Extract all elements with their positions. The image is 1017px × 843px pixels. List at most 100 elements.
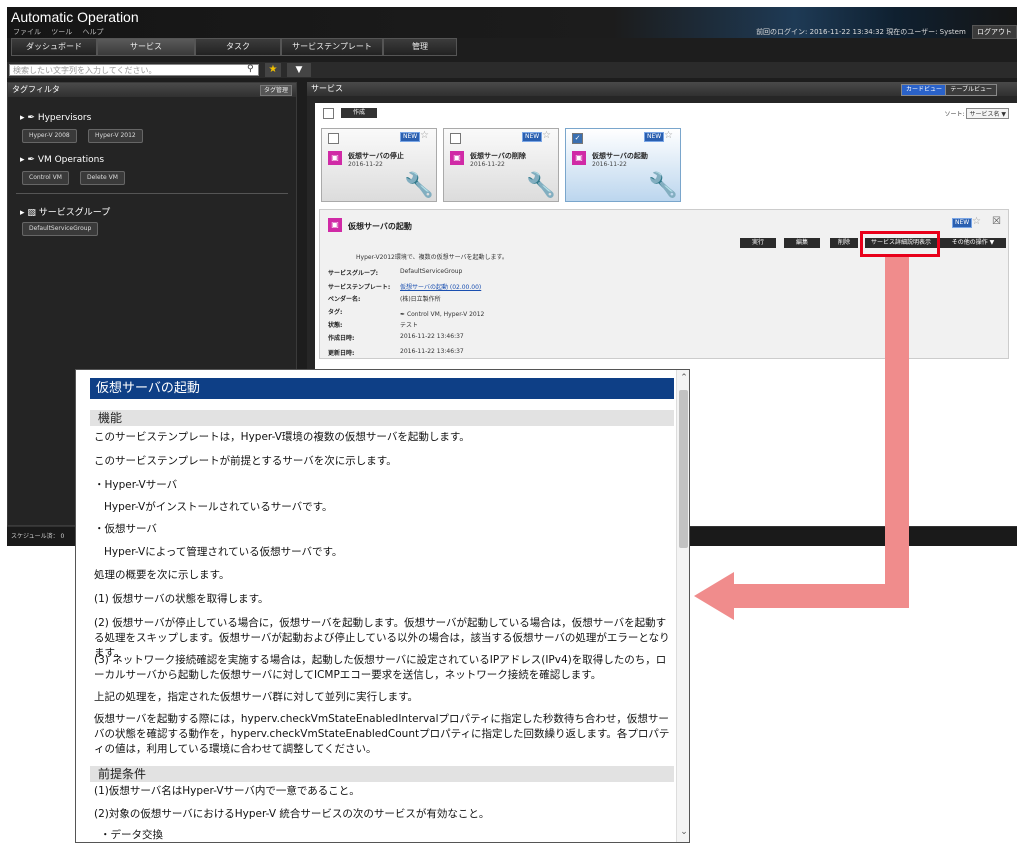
new-badge: NEW	[952, 218, 973, 228]
tag-list: Control VM, Hyper-V 2012	[406, 311, 485, 318]
service-card[interactable]: NEW ☆ ▣ 仮想サーバの削除 2016-11-22 🔧	[443, 128, 559, 202]
tab-services[interactable]: サービス	[97, 38, 195, 56]
app-title: Automatic Operation	[11, 9, 139, 25]
popup-line: 仮想サーバを起動する際には，hyperv.checkVmStateEnabled…	[94, 713, 670, 755]
card-date: 2016-11-22	[592, 161, 627, 168]
popup-line: ・Hyper-Vサーバ	[94, 479, 178, 491]
prop-value: DefaultServiceGroup	[400, 268, 463, 275]
service-group-icon: ▧	[27, 208, 36, 218]
logout-button[interactable]: ログアウト	[972, 25, 1017, 39]
status-text: スケジュール済： 0	[11, 533, 65, 540]
tag-group-label: VM Operations	[37, 155, 105, 165]
tag-filter-title: タグフィルタ	[12, 85, 60, 94]
card-date: 2016-11-22	[348, 161, 383, 168]
delete-button[interactable]: 削除	[830, 238, 858, 248]
popup-line: (3) ネットワーク接続確認を実施する場合は，起動した仮想サーバに設定されている…	[94, 654, 667, 681]
service-group-label: サービスグループ	[38, 208, 111, 218]
prop-label: 更新日時:	[328, 350, 355, 357]
scroll-thumb[interactable]	[679, 390, 688, 548]
template-link[interactable]: 仮想サーバの起動 (02.00.00)	[400, 282, 481, 291]
table-view-button[interactable]: テーブルビュー	[945, 84, 997, 96]
new-badge: NEW	[644, 132, 665, 142]
service-icon: ▣	[328, 218, 342, 232]
menu-tools[interactable]: ツール	[51, 28, 72, 36]
tag-group-vm-operations[interactable]: ▸ ✒ VM Operations	[20, 155, 104, 165]
tab-dashboard[interactable]: ダッシュボード	[11, 38, 97, 56]
menu-file[interactable]: ファイル	[13, 28, 41, 36]
other-actions-button[interactable]: その他の操作 ▼	[940, 238, 1006, 248]
wrench-icon: 🔧	[648, 171, 678, 199]
tab-admin[interactable]: 管理	[383, 38, 457, 56]
create-button[interactable]: 作成	[341, 108, 377, 118]
service-group-header[interactable]: ▸ ▧ サービスグループ	[20, 205, 110, 218]
menu-help[interactable]: ヘルプ	[82, 28, 103, 36]
tag-group-hypervisors[interactable]: ▸ ✒ Hypervisors	[20, 113, 91, 123]
popup-line: ・データ交換	[100, 829, 163, 841]
scroll-up-icon[interactable]: ⌃	[677, 372, 689, 384]
popup-line: ・仮想サーバ	[94, 523, 157, 535]
tab-service-templates[interactable]: サービステンプレート	[281, 38, 383, 56]
service-icon: ▣	[572, 151, 586, 165]
tag-manage-button[interactable]: タグ管理	[259, 85, 292, 96]
favorite-star-icon[interactable]: ☆	[664, 130, 673, 141]
sort-select[interactable]: サービス名 ▼	[966, 108, 1009, 119]
run-button[interactable]: 実行	[740, 238, 776, 248]
tag-chip[interactable]: Delete VM	[80, 171, 125, 185]
card-name: 仮想サーバの削除	[470, 152, 526, 160]
card-checkbox[interactable]	[450, 133, 461, 144]
service-detail-popup: 仮想サーバの起動 機能 このサービステンプレートは，Hyper-V環境の複数の仮…	[75, 369, 690, 843]
popup-line: このサービステンプレートは，Hyper-V環境の複数の仮想サーバを起動します。	[94, 431, 470, 443]
prop-label: サービスグループ:	[328, 270, 379, 277]
card-checkbox[interactable]	[328, 133, 339, 144]
popup-line: 処理の概要を次に示します。	[94, 569, 230, 581]
tag-chip[interactable]: Control VM	[22, 171, 69, 185]
menu-bar: ファイル ツール ヘルプ	[13, 27, 111, 37]
favorite-star-icon[interactable]: ☆	[542, 130, 551, 141]
callout-arrow	[885, 257, 909, 596]
card-name: 仮想サーバの起動	[592, 152, 648, 160]
card-checkbox-checked[interactable]: ✓	[572, 133, 583, 144]
tag-chip[interactable]: Hyper-V 2012	[88, 129, 143, 143]
section-function: 機能	[90, 410, 674, 426]
prop-value: テスト	[400, 322, 419, 329]
prop-label: 作成日時:	[328, 335, 355, 342]
section-prerequisites: 前提条件	[90, 766, 674, 782]
login-info: 前回のログイン: 2016-11-22 13:34:32 現在のユーザー: Sy…	[756, 25, 1017, 39]
card-name: 仮想サーバの停止	[348, 152, 404, 160]
search-icon[interactable]: ⚲	[247, 64, 254, 74]
tag-icon: ✒	[27, 113, 35, 123]
tab-tasks[interactable]: タスク	[195, 38, 281, 56]
service-card[interactable]: NEW ☆ ▣ 仮想サーバの停止 2016-11-22 🔧	[321, 128, 437, 202]
service-group-chip[interactable]: DefaultServiceGroup	[22, 222, 99, 236]
tag-chip[interactable]: Hyper-V 2008	[22, 129, 77, 143]
filter-dropdown-button[interactable]: ▼	[287, 63, 311, 77]
card-view-button[interactable]: カードビュー	[900, 84, 947, 96]
scroll-down-icon[interactable]: ⌄	[677, 826, 689, 838]
sort-control: ソート: サービス名 ▼	[944, 108, 1009, 119]
close-icon[interactable]: ☒	[992, 216, 1001, 227]
login-info-text: 前回のログイン: 2016-11-22 13:34:32 現在のユーザー: Sy…	[756, 28, 966, 36]
select-all-checkbox[interactable]	[323, 108, 334, 119]
favorite-star-icon[interactable]: ☆	[420, 130, 429, 141]
prop-value: 2016-11-22 13:46:37	[400, 333, 464, 340]
detail-description: Hyper-V2012環境で、複数の仮想サーバを起動します。	[356, 254, 508, 261]
callout-arrow	[732, 584, 909, 608]
search-input[interactable]: 検索したい文字列を入力してください。	[9, 64, 259, 76]
service-icon: ▣	[450, 151, 464, 165]
edit-button[interactable]: 編集	[784, 238, 820, 248]
popup-scrollbar[interactable]: ⌃ ⌄	[676, 370, 689, 842]
services-header: サービス カードビュー テーブルビュー	[307, 82, 1017, 96]
popup-line: 上記の処理を，指定された仮想サーバ群に対して並列に実行します。	[94, 691, 419, 703]
service-card-selected[interactable]: ✓ NEW ☆ ▣ 仮想サーバの起動 2016-11-22 🔧	[565, 128, 681, 202]
wrench-icon: 🔧	[404, 171, 434, 199]
prop-label: ベンダー名:	[328, 296, 361, 303]
wrench-icon: 🔧	[526, 171, 556, 199]
prop-value: (株)日立製作所	[400, 296, 441, 303]
tag-filter-header: タグフィルタ タグ管理	[8, 83, 296, 97]
sort-label: ソート:	[944, 111, 965, 118]
favorite-star-icon[interactable]: ☆	[972, 216, 981, 227]
favorite-star-button[interactable]: ★	[265, 63, 281, 77]
prop-label: 状態:	[328, 322, 343, 329]
prop-label: タグ:	[328, 309, 343, 316]
prop-value: ✒ Control VM, Hyper-V 2012	[400, 311, 485, 318]
